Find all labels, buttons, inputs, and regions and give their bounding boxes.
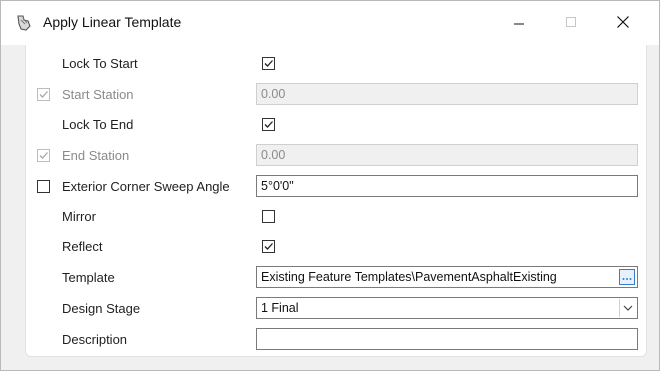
end-station-enable-checkbox[interactable] bbox=[37, 149, 50, 162]
template-value: Existing Feature Templates\PavementAspha… bbox=[261, 270, 557, 284]
row-lock-to-start: Lock To Start bbox=[26, 49, 646, 77]
template-label: Template bbox=[62, 270, 115, 285]
lock-to-end-checkbox[interactable] bbox=[262, 118, 275, 131]
minimize-icon bbox=[513, 16, 525, 31]
row-start-station: Start Station 0.00 bbox=[26, 80, 646, 108]
design-stage-select[interactable]: 1 Final bbox=[256, 297, 638, 319]
lock-to-end-label: Lock To End bbox=[62, 117, 134, 132]
end-station-field[interactable]: 0.00 bbox=[256, 144, 638, 166]
minimize-button[interactable] bbox=[495, 1, 543, 45]
mirror-checkbox[interactable] bbox=[262, 210, 275, 223]
row-lock-to-end: Lock To End bbox=[26, 110, 646, 138]
row-template: Template Existing Feature Templates\Pave… bbox=[26, 263, 646, 291]
corner-sweep-angle-field[interactable]: 5°0'0" bbox=[256, 175, 638, 197]
maximize-button bbox=[547, 1, 595, 45]
design-stage-dropdown-button[interactable] bbox=[619, 299, 636, 317]
mirror-label: Mirror bbox=[62, 209, 96, 224]
row-description: Description bbox=[26, 325, 646, 353]
template-field[interactable]: Existing Feature Templates\PavementAspha… bbox=[256, 266, 638, 288]
description-field[interactable] bbox=[256, 328, 638, 350]
browse-template-button[interactable] bbox=[619, 269, 635, 285]
close-button[interactable] bbox=[599, 1, 647, 45]
start-station-enable-checkbox[interactable] bbox=[37, 88, 50, 101]
start-station-field[interactable]: 0.00 bbox=[256, 83, 638, 105]
corner-sweep-label: Exterior Corner Sweep Angle bbox=[62, 179, 230, 194]
lock-to-start-label: Lock To Start bbox=[62, 56, 138, 71]
window-title: Apply Linear Template bbox=[43, 14, 182, 30]
properties-panel: Lock To Start Start Station 0.00 Lock To… bbox=[25, 45, 647, 357]
close-icon bbox=[616, 15, 630, 32]
design-stage-value: 1 Final bbox=[261, 301, 299, 315]
design-stage-label: Design Stage bbox=[62, 301, 141, 316]
end-station-label: End Station bbox=[62, 148, 130, 163]
maximize-icon bbox=[565, 16, 577, 31]
title-bar[interactable]: Apply Linear Template bbox=[1, 1, 659, 45]
row-mirror: Mirror bbox=[26, 202, 646, 230]
apply-linear-template-dialog: Apply Linear Template Lock To Start Star… bbox=[0, 0, 660, 371]
row-end-station: End Station 0.00 bbox=[26, 141, 646, 169]
row-design-stage: Design Stage 1 Final bbox=[26, 294, 646, 322]
description-label: Description bbox=[62, 332, 128, 347]
reflect-checkbox[interactable] bbox=[262, 240, 275, 253]
reflect-label: Reflect bbox=[62, 239, 103, 254]
row-reflect: Reflect bbox=[26, 232, 646, 260]
row-corner-sweep-angle: Exterior Corner Sweep Angle 5°0'0" bbox=[26, 172, 646, 200]
start-station-label: Start Station bbox=[62, 87, 134, 102]
lock-to-start-checkbox[interactable] bbox=[262, 57, 275, 70]
template-tool-icon bbox=[15, 14, 33, 32]
corner-sweep-enable-checkbox[interactable] bbox=[37, 180, 50, 193]
